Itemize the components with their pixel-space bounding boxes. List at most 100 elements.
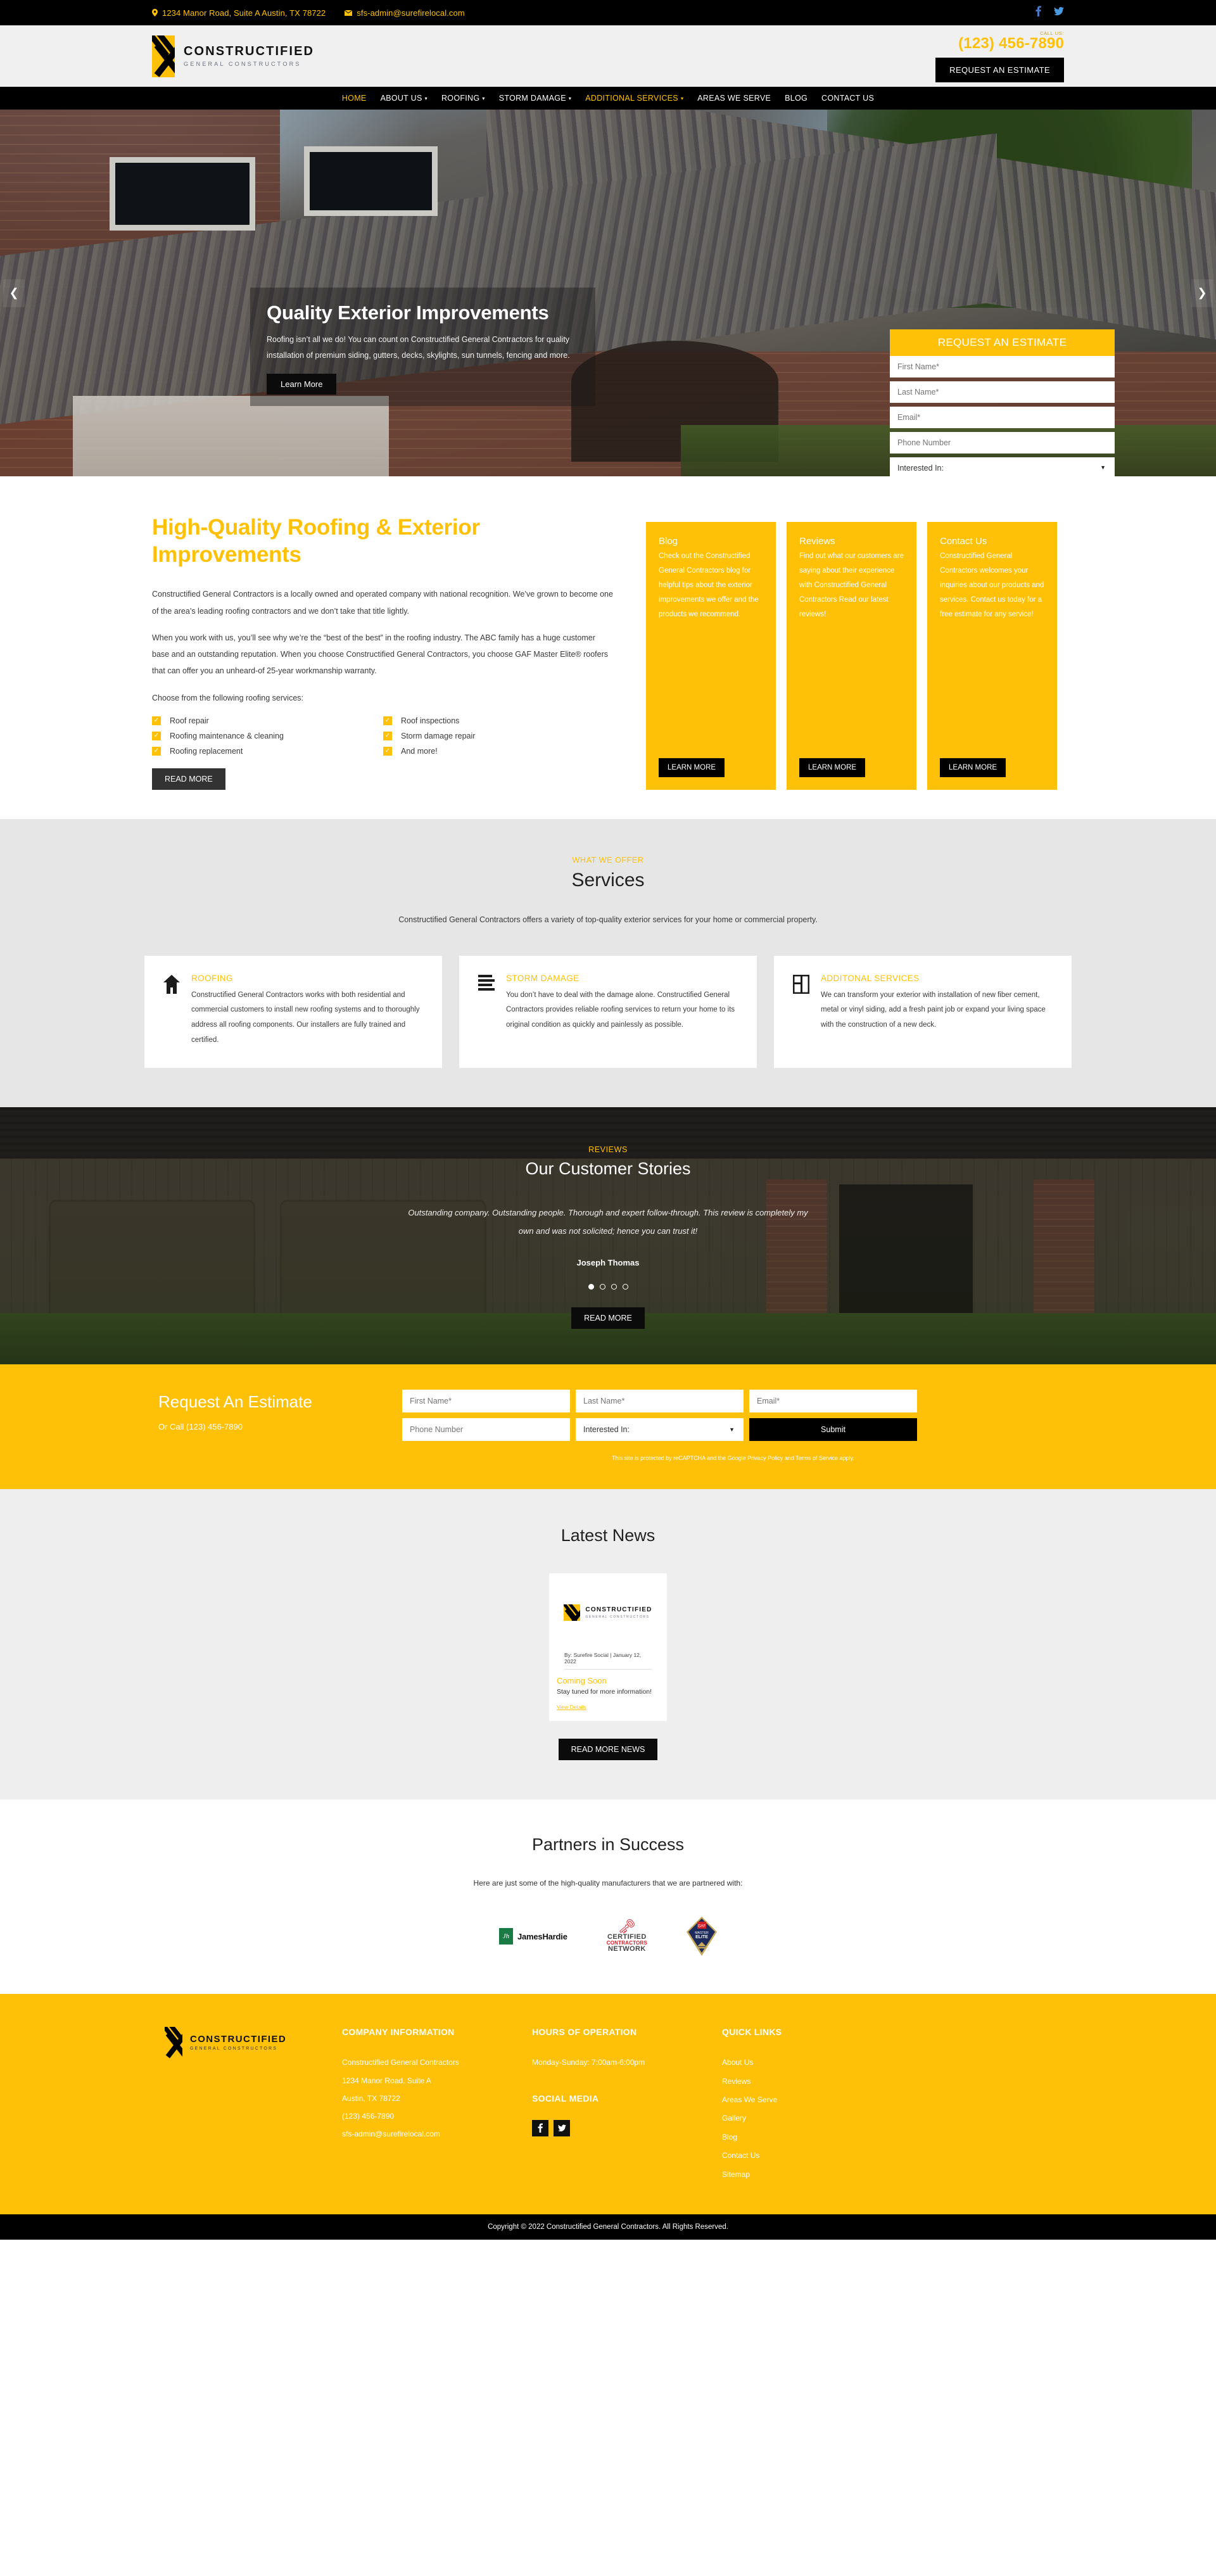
review-dot[interactable] bbox=[588, 1284, 594, 1290]
footer-quick-link[interactable]: Blog bbox=[722, 2128, 887, 2147]
footer-quick-links: About Us Reviews Areas We Serve Gallery Blog… bbox=[722, 2053, 887, 2184]
footer-quick-link[interactable]: Sitemap bbox=[722, 2166, 887, 2184]
footer-quick-link[interactable]: Reviews bbox=[722, 2072, 887, 2091]
facebook-icon[interactable] bbox=[532, 2119, 548, 2136]
nav-item-additional-services[interactable]: ADDITIONAL SERVICES ▾ bbox=[585, 94, 683, 103]
certified-contractors-network-logo: 🗝 CERTIFIED CONTRACTORS NETWORK bbox=[607, 1920, 647, 1953]
footer-company-line: Austin, TX 78722 bbox=[342, 2093, 400, 2103]
review-quote: Outstanding company. Outstanding people.… bbox=[408, 1208, 808, 1236]
cta-interested-in-select[interactable]: Interested In: bbox=[576, 1418, 744, 1442]
service-checklist-label: Roof repair bbox=[170, 716, 209, 725]
news-excerpt: Stay tuned for more information! bbox=[557, 1688, 652, 1696]
logo-mark-icon bbox=[165, 2027, 182, 2059]
key-icon: 🗝 bbox=[618, 1919, 636, 1935]
promo-card-learn-more-button[interactable]: LEARN MORE bbox=[940, 758, 1006, 777]
review-dot[interactable] bbox=[611, 1284, 617, 1290]
hero-title: Quality Exterior Improvements bbox=[267, 301, 549, 324]
partners-title: Partners in Success bbox=[531, 1835, 685, 1855]
cta-heading: Request An Estimate bbox=[158, 1392, 312, 1412]
gaf-master-elite-logo: GAF MASTER ELITE bbox=[687, 1917, 718, 1957]
site-header: CONSTRUCTIFIED GENERAL CONSTRUCTORS CALL… bbox=[0, 25, 1216, 87]
footer-quick-link[interactable]: Areas We Serve bbox=[722, 2091, 887, 2109]
footer-quick-link[interactable]: Contact Us bbox=[722, 2147, 887, 2165]
james-hardie-mark-icon: Jh bbox=[498, 1928, 513, 1945]
promo-card-title: Reviews bbox=[799, 536, 835, 547]
service-checklist-item: ✓ Roofing maintenance & cleaning bbox=[152, 731, 383, 740]
promo-card-body: Constructified General Contractors welco… bbox=[940, 552, 1044, 618]
news-headline[interactable]: Coming Soon bbox=[549, 1670, 667, 1688]
hero-subtitle: Roofing isn’t all we do! You can count o… bbox=[267, 335, 570, 360]
check-icon: ✓ bbox=[152, 746, 161, 756]
promo-card: Reviews Find out what our customers are s… bbox=[787, 522, 916, 790]
service-checklist-item: ✓ Storm damage repair bbox=[383, 731, 614, 740]
cta-first-name-input[interactable] bbox=[402, 1390, 570, 1413]
shingles-icon bbox=[478, 974, 496, 1048]
services-list-left: ✓ Roof repair ✓ Roofing maintenance & clean… bbox=[152, 716, 383, 762]
hero-phone-input[interactable] bbox=[890, 432, 1115, 454]
hero-last-name-input[interactable] bbox=[890, 381, 1115, 403]
ccn-line-3: NETWORK bbox=[608, 1945, 646, 1953]
news-card[interactable]: CONSTRUCTIFIED GENERAL CONSTRUCTORS By: … bbox=[549, 1573, 667, 1722]
hero-email-input[interactable] bbox=[890, 407, 1115, 428]
footer-social-heading: SOCIAL MEDIA bbox=[532, 2093, 599, 2103]
check-icon: ✓ bbox=[383, 746, 392, 756]
footer-logo[interactable]: CONSTRUCTIFIED GENERAL CONSTRUCTORS bbox=[152, 2027, 342, 2184]
footer-quick-links-heading: QUICK LINKS bbox=[722, 2027, 782, 2038]
check-icon: ✓ bbox=[383, 731, 392, 740]
nav-item-roofing[interactable]: ROOFING ▾ bbox=[441, 94, 485, 103]
promo-card-body: Find out what our customers are saying a… bbox=[799, 552, 904, 618]
nav-item-about-us[interactable]: ABOUT US ▾ bbox=[381, 94, 428, 103]
hero-interested-in-select[interactable]: Interested In: bbox=[890, 457, 1115, 476]
promo-card: Blog Check out the Constructified General… bbox=[646, 522, 776, 790]
footer-hours-column: HOURS OF OPERATION Monday-Sunday: 7:00am… bbox=[532, 2027, 722, 2184]
service-card: ADDITONAL SERVICES We can transform your … bbox=[774, 955, 1072, 1069]
news-logo-primary: CONSTRUCTIFIED bbox=[585, 1606, 652, 1613]
footer-quick-link[interactable]: Gallery bbox=[722, 2109, 887, 2128]
hero-next-arrow-icon[interactable]: ❯ bbox=[1191, 279, 1213, 307]
nav-item-label: CONTACT US bbox=[821, 94, 875, 103]
chevron-down-icon: ▾ bbox=[482, 95, 485, 101]
nav-item-storm-damage[interactable]: STORM DAMAGE ▾ bbox=[499, 94, 572, 103]
service-card-body: Constructified General Contractors works… bbox=[191, 991, 420, 1044]
service-checklist-item: ✓ Roofing replacement bbox=[152, 746, 383, 756]
site-logo[interactable]: CONSTRUCTIFIED GENERAL CONSTRUCTORS bbox=[139, 35, 314, 77]
nav-item-blog[interactable]: BLOG bbox=[785, 94, 808, 103]
promo-card-learn-more-button[interactable]: LEARN MORE bbox=[659, 758, 725, 777]
hero-first-name-input[interactable] bbox=[890, 356, 1115, 378]
main-nav: HOME ABOUT US ▾ ROOFING ▾ STORM DAMAGE ▾ ADDITI… bbox=[0, 87, 1216, 110]
facebook-icon[interactable] bbox=[1036, 6, 1041, 20]
topbar-email[interactable]: sfs-admin@surefirelocal.com bbox=[345, 8, 465, 18]
header-phone[interactable]: (123) 456-7890 bbox=[935, 35, 1064, 53]
nav-item-contact-us[interactable]: CONTACT US bbox=[821, 94, 874, 103]
review-dot[interactable] bbox=[599, 1284, 605, 1290]
intro-read-more-button[interactable]: READ MORE bbox=[152, 768, 225, 790]
logo-mark-icon bbox=[152, 35, 175, 77]
cta-submit-button[interactable]: Submit bbox=[749, 1418, 917, 1442]
nav-item-home[interactable]: HOME bbox=[342, 94, 367, 103]
logo-secondary-text: GENERAL CONSTRUCTORS bbox=[184, 61, 301, 67]
footer-quick-link[interactable]: About Us bbox=[722, 2053, 887, 2072]
service-card-body: You don’t have to deal with the damage a… bbox=[506, 991, 735, 1029]
twitter-icon[interactable] bbox=[554, 2119, 570, 2136]
service-cards: ROOFING Constructified General Contractor… bbox=[139, 955, 1077, 1069]
service-checklist-label: Storm damage repair bbox=[401, 731, 476, 740]
promo-card-learn-more-button[interactable]: LEARN MORE bbox=[799, 758, 866, 777]
james-hardie-logo: Jh JamesHardie bbox=[498, 1928, 567, 1945]
read-more-news-button[interactable]: READ MORE NEWS bbox=[558, 1739, 658, 1761]
cta-last-name-input[interactable] bbox=[576, 1390, 744, 1413]
news-view-details-link[interactable]: View Details bbox=[549, 1704, 594, 1710]
chevron-down-icon: ▾ bbox=[680, 95, 684, 101]
review-author: Joseph Thomas bbox=[576, 1258, 640, 1268]
nav-item-label: ABOUT US bbox=[380, 94, 422, 103]
cta-email-input[interactable] bbox=[749, 1390, 917, 1413]
request-estimate-button[interactable]: REQUEST AN ESTIMATE bbox=[935, 57, 1064, 82]
reviews-read-more-button[interactable]: READ MORE bbox=[571, 1307, 645, 1329]
twitter-icon[interactable] bbox=[1054, 6, 1064, 19]
hero-learn-more-button[interactable]: Learn More bbox=[267, 374, 337, 395]
review-dot[interactable] bbox=[622, 1284, 628, 1290]
footer-quick-links-column: QUICK LINKS About Us Reviews Areas We Serv… bbox=[722, 2027, 887, 2184]
check-icon: ✓ bbox=[383, 716, 392, 725]
hero-prev-arrow-icon[interactable]: ❮ bbox=[3, 279, 25, 307]
nav-item-areas-we-serve[interactable]: AREAS WE SERVE bbox=[697, 94, 771, 103]
cta-phone-input[interactable] bbox=[402, 1418, 570, 1442]
